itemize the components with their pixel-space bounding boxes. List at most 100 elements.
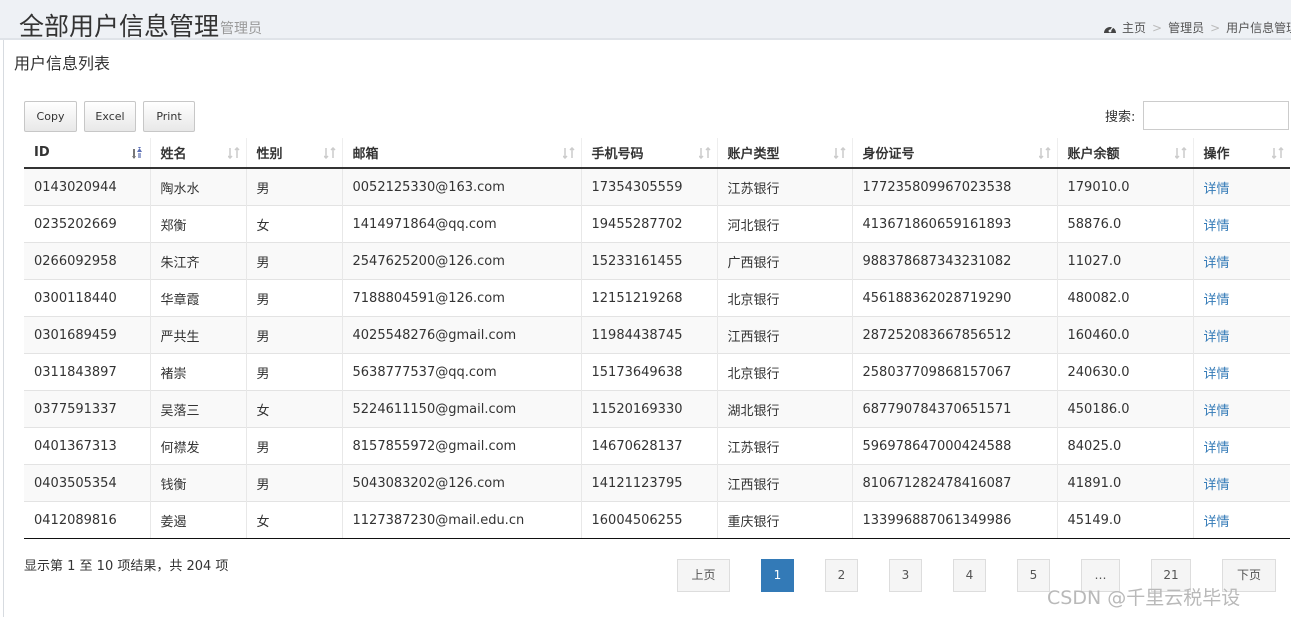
column-header-id-number[interactable]: 身份证号 <box>851 138 1057 169</box>
cell-action: 详情 <box>1192 390 1290 428</box>
detail-link[interactable]: 详情 <box>1204 441 1230 456</box>
user-table: ID 姓名 性别 邮箱 手机号码 账户类型 身份证号 账户余额 操作 01430… <box>24 138 1290 539</box>
detail-link[interactable]: 详情 <box>1204 293 1230 308</box>
sort-icon <box>698 147 711 159</box>
column-header-id[interactable]: ID <box>24 138 150 169</box>
pagination-page-1[interactable]: 1 <box>761 559 794 592</box>
sort-icon <box>1174 147 1187 159</box>
detail-link[interactable]: 详情 <box>1204 219 1230 234</box>
cell-phone: 19455287702 <box>580 205 717 243</box>
cell-phone: 11984438745 <box>580 316 717 354</box>
cell-balance: 58876.0 <box>1056 205 1193 243</box>
cell-gender: 男 <box>245 279 342 317</box>
cell-gender: 女 <box>245 390 342 428</box>
detail-link[interactable]: 详情 <box>1204 256 1230 271</box>
detail-link[interactable]: 详情 <box>1204 478 1230 493</box>
breadcrumb-admin[interactable]: 管理员 <box>1168 19 1204 36</box>
cell-gender: 男 <box>245 353 342 391</box>
cell-account-type: 江苏银行 <box>716 167 852 206</box>
table-info: 显示第 1 至 10 项结果，共 204 项 <box>24 559 229 574</box>
column-header-email[interactable]: 邮箱 <box>341 138 581 169</box>
cell-id: 0235202669 <box>24 205 150 243</box>
cell-gender: 男 <box>245 427 342 465</box>
column-header-gender[interactable]: 性别 <box>245 138 342 169</box>
cell-action: 详情 <box>1192 464 1290 502</box>
cell-account-type: 湖北银行 <box>716 390 852 428</box>
search-input[interactable] <box>1143 101 1289 130</box>
table-row: 0300118440 华章霞 男 7188804591@126.com 1215… <box>24 279 1290 317</box>
sort-icon <box>562 147 575 159</box>
breadcrumb-home[interactable]: 主页 <box>1122 19 1146 36</box>
pagination-page-5[interactable]: 5 <box>1017 559 1050 592</box>
pagination-page-4[interactable]: 4 <box>953 559 986 592</box>
cell-id: 0377591337 <box>24 390 150 428</box>
excel-button[interactable]: Excel <box>84 101 136 132</box>
cell-id: 0301689459 <box>24 316 150 354</box>
column-header-balance[interactable]: 账户余额 <box>1056 138 1193 169</box>
cell-action: 详情 <box>1192 427 1290 465</box>
watermark: CSDN @千里云税毕设 <box>1047 587 1241 609</box>
cell-action: 详情 <box>1192 242 1290 280</box>
detail-link[interactable]: 详情 <box>1204 330 1230 345</box>
cell-email: 5043083202@126.com <box>341 464 581 502</box>
cell-action: 详情 <box>1192 167 1290 206</box>
cell-action: 详情 <box>1192 316 1290 354</box>
cell-balance: 179010.0 <box>1056 167 1193 206</box>
cell-email: 5638777537@qq.com <box>341 353 581 391</box>
column-header-action[interactable]: 操作 <box>1192 138 1290 169</box>
section-title: 用户信息列表 <box>14 54 111 73</box>
cell-id-number: 133996887061349986 <box>851 501 1057 539</box>
cell-name: 郑衡 <box>149 205 246 243</box>
pagination-prev-button[interactable]: 上页 <box>677 559 730 592</box>
breadcrumb-separator: > <box>1210 20 1221 35</box>
detail-link[interactable]: 详情 <box>1204 404 1230 419</box>
cell-id-number: 456188362028719290 <box>851 279 1057 317</box>
cell-balance: 41891.0 <box>1056 464 1193 502</box>
detail-link[interactable]: 详情 <box>1204 515 1230 530</box>
cell-email: 0052125330@163.com <box>341 167 581 206</box>
cell-account-type: 重庆银行 <box>716 501 852 539</box>
cell-account-type: 广西银行 <box>716 242 852 280</box>
table-header-row: ID 姓名 性别 邮箱 手机号码 账户类型 身份证号 账户余额 操作 <box>24 138 1290 169</box>
detail-link[interactable]: 详情 <box>1204 182 1230 197</box>
sort-icon <box>323 147 336 159</box>
cell-balance: 45149.0 <box>1056 501 1193 539</box>
column-header-phone[interactable]: 手机号码 <box>580 138 717 169</box>
print-button[interactable]: Print <box>143 101 195 132</box>
cell-gender: 男 <box>245 316 342 354</box>
cell-gender: 男 <box>245 242 342 280</box>
pagination-page-3[interactable]: 3 <box>889 559 922 592</box>
pagination-page-2[interactable]: 2 <box>825 559 858 592</box>
cell-id: 0143020944 <box>24 167 150 206</box>
cell-phone: 17354305559 <box>580 167 717 206</box>
cell-gender: 女 <box>245 501 342 539</box>
cell-phone: 16004506255 <box>580 501 717 539</box>
column-header-name[interactable]: 姓名 <box>149 138 246 169</box>
cell-name: 华章霞 <box>149 279 246 317</box>
cell-action: 详情 <box>1192 501 1290 539</box>
cell-balance: 240630.0 <box>1056 353 1193 391</box>
dashboard-icon <box>1103 22 1117 34</box>
cell-action: 详情 <box>1192 353 1290 391</box>
detail-link[interactable]: 详情 <box>1204 367 1230 382</box>
cell-email: 1127387230@mail.edu.cn <box>341 501 581 539</box>
copy-button[interactable]: Copy <box>24 101 77 132</box>
cell-name: 严共生 <box>149 316 246 354</box>
cell-email: 1414971864@qq.com <box>341 205 581 243</box>
cell-id: 0403505354 <box>24 464 150 502</box>
table-row: 0235202669 郑衡 女 1414971864@qq.com 194552… <box>24 205 1290 243</box>
cell-name: 褚崇 <box>149 353 246 391</box>
cell-account-type: 江苏银行 <box>716 427 852 465</box>
cell-name: 姜遏 <box>149 501 246 539</box>
cell-id-number: 596978647000424588 <box>851 427 1057 465</box>
table-row: 0401367313 何襟发 男 8157855972@gmail.com 14… <box>24 427 1290 465</box>
table-row: 0143020944 陶水水 男 0052125330@163.com 1735… <box>24 167 1290 206</box>
cell-gender: 女 <box>245 205 342 243</box>
column-header-account-type[interactable]: 账户类型 <box>716 138 852 169</box>
cell-action: 详情 <box>1192 205 1290 243</box>
sort-asc-icon <box>131 147 144 159</box>
cell-account-type: 江西银行 <box>716 316 852 354</box>
cell-phone: 12151219268 <box>580 279 717 317</box>
cell-id-number: 988378687343231082 <box>851 242 1057 280</box>
cell-action: 详情 <box>1192 279 1290 317</box>
